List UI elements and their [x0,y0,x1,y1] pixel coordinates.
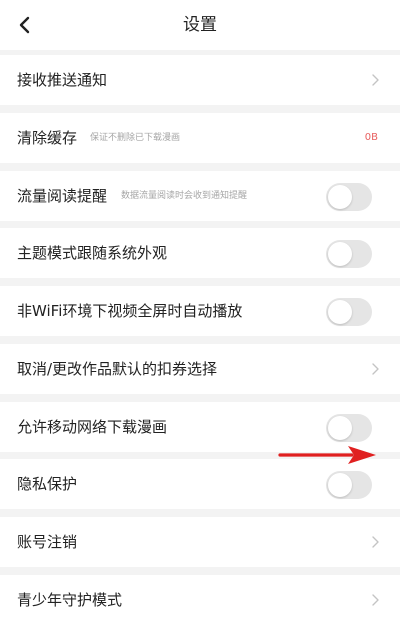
header-bar: 设置 [0,0,400,50]
row-label: 主题模式跟随系统外观 [17,244,168,262]
row-label: 青少年守护模式 [17,591,123,609]
chevron-right-icon [372,74,379,86]
settings-row-theme-follow: 主题模式跟随系统外观 [0,228,400,278]
settings-row-default-coupon[interactable]: 取消/更改作品默认的扣券选择 [0,344,400,394]
row-label: 取消/更改作品默认的扣券选择 [17,360,218,378]
settings-page: 设置 接收推送通知 清除缓存 保证不删除已下载漫画 0B 流量阅读提醒 数据流量… [0,0,400,620]
row-description: 保证不删除已下载漫画 [90,133,181,143]
toggle-knob [328,185,352,209]
row-description: 数据流量阅读时会收到通知提醒 [121,191,248,201]
chevron-right-icon [372,536,379,548]
data-reminder-toggle[interactable] [326,183,372,211]
chevron-right-icon [372,594,379,606]
toggle-knob [328,300,352,324]
settings-row-account-cancel[interactable]: 账号注销 [0,517,400,567]
privacy-toggle[interactable] [326,471,372,499]
page-title: 设置 [183,15,217,35]
chevron-right-icon [372,363,379,375]
row-label: 账号注销 [17,533,78,551]
row-label: 流量阅读提醒 [17,187,108,205]
non-wifi-autoplay-toggle[interactable] [326,298,372,326]
toggle-knob [328,242,352,266]
row-label: 接收推送通知 [17,71,108,89]
cache-size-value: 0B [364,132,378,143]
theme-follow-toggle[interactable] [326,240,372,268]
toggle-knob [328,473,352,497]
row-label: 清除缓存 [17,129,78,147]
settings-row-push-notifications[interactable]: 接收推送通知 [0,55,400,105]
toggle-knob [328,416,352,440]
mobile-download-toggle[interactable] [326,414,372,442]
row-label: 允许移动网络下载漫画 [17,418,168,436]
settings-row-non-wifi-autoplay: 非WiFi环境下视频全屏时自动播放 [0,286,400,336]
row-label: 非WiFi环境下视频全屏时自动播放 [17,302,243,320]
settings-row-privacy: 隐私保护 [0,459,400,509]
settings-row-youth-mode[interactable]: 青少年守护模式 [0,575,400,620]
red-arrow-annotation [278,446,376,464]
settings-row-data-reminder: 流量阅读提醒 数据流量阅读时会收到通知提醒 [0,171,400,221]
settings-row-clear-cache[interactable]: 清除缓存 保证不删除已下载漫画 0B [0,113,400,163]
row-label: 隐私保护 [17,475,78,493]
